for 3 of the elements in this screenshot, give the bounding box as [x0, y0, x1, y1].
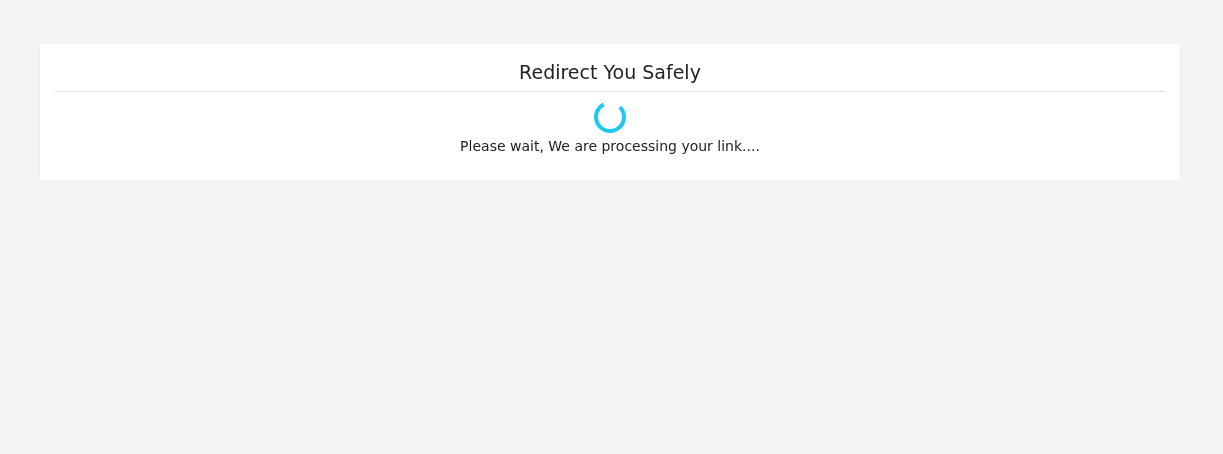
loading-spinner-icon [593, 100, 627, 134]
page-title: Redirect You Safely [55, 44, 1165, 92]
status-message: Please wait, We are processing your link.... [460, 138, 760, 154]
